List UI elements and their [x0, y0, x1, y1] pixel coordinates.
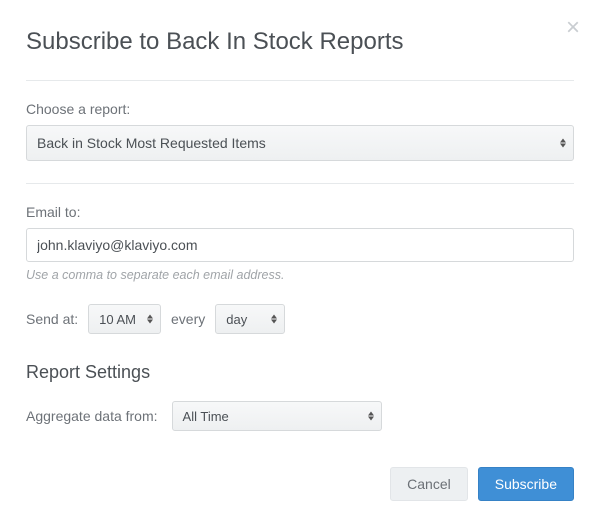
frequency-select-value: day — [226, 312, 247, 327]
email-input[interactable] — [26, 228, 574, 262]
send-at-label: Send at: — [26, 311, 78, 327]
email-label: Email to: — [26, 204, 574, 220]
modal-title: Subscribe to Back In Stock Reports — [26, 28, 574, 56]
schedule-row: Send at: 10 AM every day — [26, 304, 574, 334]
aggregate-select[interactable]: All Time — [172, 401, 382, 431]
report-select-value: Back in Stock Most Requested Items — [37, 135, 266, 151]
aggregate-row: Aggregate data from: All Time — [26, 401, 574, 431]
cancel-button[interactable]: Cancel — [390, 467, 468, 501]
frequency-select[interactable]: day — [215, 304, 285, 334]
email-section: Email to: Use a comma to separate each e… — [26, 204, 574, 282]
report-select[interactable]: Back in Stock Most Requested Items — [26, 125, 574, 161]
every-label: every — [171, 311, 205, 327]
time-select-value: 10 AM — [99, 312, 136, 327]
subscribe-button[interactable]: Subscribe — [478, 467, 574, 501]
aggregate-label: Aggregate data from: — [26, 408, 158, 424]
email-hint: Use a comma to separate each email addre… — [26, 268, 574, 282]
divider — [26, 80, 574, 81]
report-label: Choose a report: — [26, 101, 574, 117]
modal-footer: Cancel Subscribe — [26, 467, 574, 501]
divider — [26, 183, 574, 184]
report-section: Choose a report: Back in Stock Most Requ… — [26, 101, 574, 161]
aggregate-select-value: All Time — [183, 409, 229, 424]
time-select[interactable]: 10 AM — [88, 304, 161, 334]
close-icon[interactable]: × — [566, 16, 580, 40]
subscribe-modal: × Subscribe to Back In Stock Reports Cho… — [0, 0, 600, 525]
report-settings-heading: Report Settings — [26, 362, 574, 383]
